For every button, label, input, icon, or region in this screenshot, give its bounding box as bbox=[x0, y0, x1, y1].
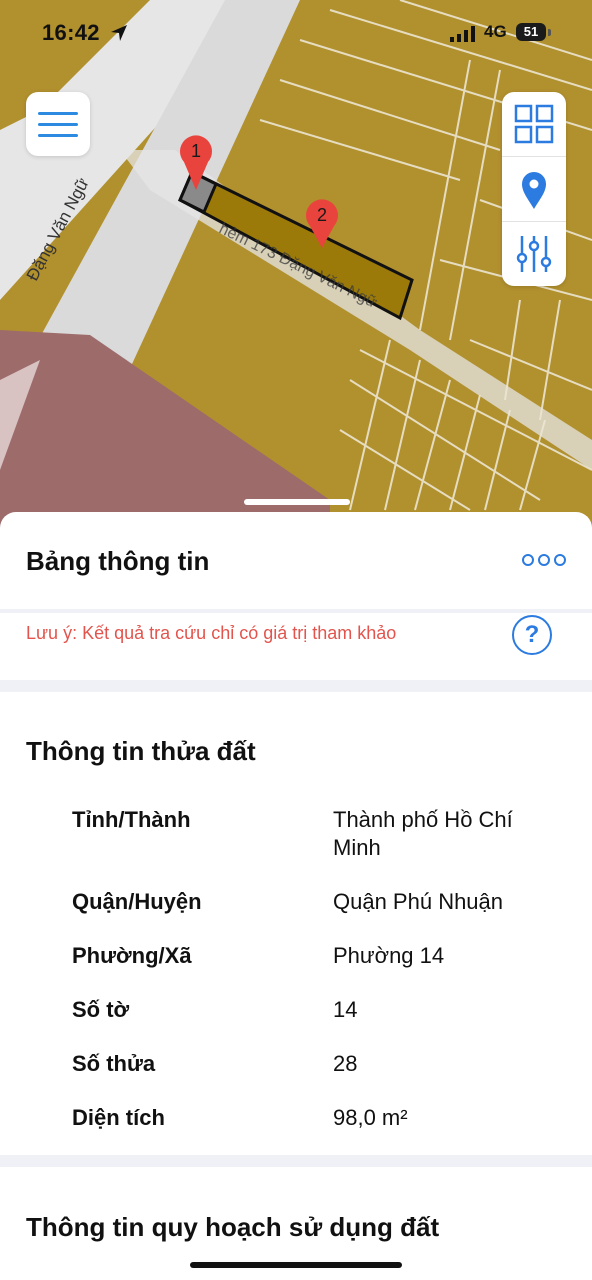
map-view[interactable]: Đặng Văn Ngữ hẻm 173 Đặng Văn Ngữ 1 2 bbox=[0, 0, 592, 530]
hamburger-line bbox=[38, 123, 78, 126]
row-label: Số thửa bbox=[72, 1051, 156, 1076]
battery-icon: 51 bbox=[516, 23, 546, 41]
menu-button[interactable] bbox=[26, 92, 90, 156]
row-label: Quận/Huyện bbox=[72, 889, 202, 914]
row-label: Diện tích bbox=[72, 1105, 165, 1130]
grid-icon bbox=[514, 104, 554, 144]
divider bbox=[0, 1155, 592, 1167]
row-label: Số tờ bbox=[72, 997, 130, 1022]
help-icon[interactable]: ? bbox=[512, 615, 552, 655]
row-value: 28 bbox=[333, 1051, 358, 1076]
layers-button[interactable] bbox=[502, 92, 566, 156]
divider bbox=[0, 680, 592, 692]
planning-section-title: Thông tin quy hoạch sử dụng đất bbox=[26, 1212, 440, 1242]
marker-label-2: 2 bbox=[317, 205, 327, 225]
marker-label-1: 1 bbox=[191, 141, 201, 161]
parcel-section-title: Thông tin thửa đất bbox=[26, 736, 256, 766]
location-arrow-icon bbox=[111, 25, 127, 41]
row-value: Quận Phú Nhuận bbox=[333, 889, 504, 914]
filter-button[interactable] bbox=[502, 221, 566, 286]
signal-icon bbox=[450, 26, 475, 42]
row-label: Tỉnh/Thành bbox=[72, 807, 191, 832]
more-icon[interactable] bbox=[522, 554, 566, 566]
row-value: 14 bbox=[333, 997, 358, 1022]
network-type: 4G bbox=[484, 22, 507, 41]
sheet-title: Bảng thông tin bbox=[26, 546, 210, 576]
disclaimer-note: Lưu ý: Kết quả tra cứu chỉ có giá trị th… bbox=[26, 623, 397, 643]
sheet-grabber[interactable] bbox=[244, 499, 350, 505]
status-bar: 16:42 4G 51 bbox=[0, 0, 592, 66]
divider bbox=[0, 609, 592, 613]
status-time: 16:42 bbox=[42, 20, 100, 45]
hamburger-icon bbox=[38, 112, 78, 115]
row-value: 98,0 m² bbox=[333, 1105, 408, 1130]
row-value: Phường 14 bbox=[333, 943, 445, 968]
info-sheet: Bảng thông tin Lưu ý: Kết quả tra cứu ch… bbox=[0, 512, 592, 1280]
hamburger-line bbox=[38, 134, 78, 137]
sliders-icon bbox=[516, 236, 552, 272]
my-location-button[interactable] bbox=[502, 156, 566, 221]
location-pin-icon bbox=[522, 172, 546, 209]
battery-cap bbox=[548, 29, 551, 36]
row-label: Phường/Xã bbox=[72, 943, 192, 968]
map-tools-panel bbox=[502, 92, 566, 286]
home-indicator[interactable] bbox=[190, 1262, 402, 1268]
row-value: Thành phố Hồ Chí Minh bbox=[333, 807, 513, 860]
